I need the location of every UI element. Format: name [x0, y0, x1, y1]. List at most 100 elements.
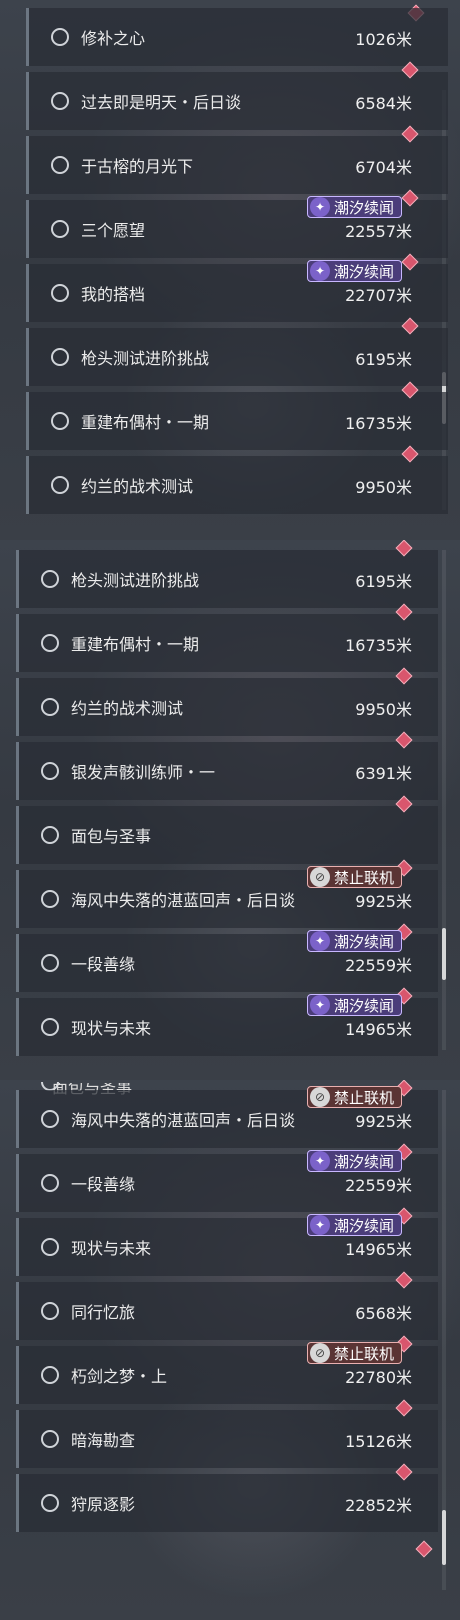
radio-icon[interactable]: [51, 412, 69, 430]
radio-icon[interactable]: [41, 1110, 59, 1128]
quest-distance: 1026米: [355, 30, 412, 49]
quest-row[interactable]: 同行忆旅 6568米: [16, 1271, 438, 1340]
radio-icon[interactable]: [41, 954, 59, 972]
quest-title: 银发声骸训练师・一: [71, 763, 216, 782]
quest-row[interactable]: 面包与圣事: [16, 795, 438, 864]
no-multiplayer-badge: ⊘ 禁止联机: [306, 1086, 402, 1108]
quest-distance: 9950米: [355, 700, 412, 719]
quest-title: 现状与未来: [71, 1239, 152, 1258]
radio-icon[interactable]: [51, 92, 69, 110]
quest-row[interactable]: 约兰的战术测试 9950米: [26, 445, 448, 514]
quest-row[interactable]: ✦ 潮汐续闻 一段善缘 22559米: [16, 923, 438, 992]
sparkle-icon: ✦: [309, 261, 330, 281]
quest-title: 约兰的战术测试: [81, 477, 194, 496]
quest-row[interactable]: 暗海勘查 15126米: [16, 1399, 438, 1468]
radio-icon[interactable]: [41, 762, 59, 780]
no-multiplayer-badge: ⊘ 禁止联机: [306, 866, 402, 888]
radio-icon[interactable]: [41, 570, 59, 588]
tide-sequel-badge: ✦ 潮汐续闻: [306, 1214, 402, 1236]
quest-distance: 9950米: [355, 478, 412, 497]
radio-icon[interactable]: [51, 284, 69, 302]
quest-title: 狩原逐影: [71, 1495, 136, 1514]
quest-distance: 22780米: [345, 1368, 412, 1387]
quest-row[interactable]: 于古榕的月光下 6704米: [26, 125, 448, 194]
quest-distance: 22707米: [345, 286, 412, 305]
waypoint-gem-icon: [395, 540, 413, 557]
quest-row[interactable]: ✦ 潮汐续闻 我的搭档 22707米: [26, 253, 448, 322]
quest-distance: 9925米: [355, 1112, 412, 1131]
quest-row[interactable]: ⊘ 禁止联机 海风中失落的湛蓝回声・后日谈 9925米: [16, 859, 438, 928]
quest-title: 我的搭档: [81, 285, 146, 304]
quest-row[interactable]: 重建布偶村・一期 16735米: [16, 603, 438, 672]
radio-icon[interactable]: [41, 1494, 59, 1512]
quest-row[interactable]: ✦ 潮汐续闻 一段善缘 22559米: [16, 1143, 438, 1212]
quest-row[interactable]: 枪头测试进阶挑战 6195米: [26, 317, 448, 386]
quest-row[interactable]: 狩原逐影 22852米: [16, 1463, 438, 1532]
radio-icon[interactable]: [41, 1174, 59, 1192]
quest-row[interactable]: ✦ 潮汐续闻 三个愿望 22557米: [26, 189, 448, 258]
quest-distance: 16735米: [345, 414, 412, 433]
radio-icon[interactable]: [41, 826, 59, 844]
quest-row[interactable]: 枪头测试进阶挑战 6195米: [16, 540, 438, 608]
quest-title: 过去即是明天・后日谈: [81, 93, 242, 112]
sparkle-icon: ✦: [309, 995, 330, 1015]
quest-distance: 15126米: [345, 1432, 412, 1451]
quest-row[interactable]: ⊘ 禁止联机 海风中失落的湛蓝回声・后日谈 9925米: [16, 1080, 438, 1148]
quest-distance: 22852米: [345, 1496, 412, 1515]
quest-row[interactable]: 银发声骸训练师・一 6391米: [16, 731, 438, 800]
radio-icon[interactable]: [51, 28, 69, 46]
quest-distance: 6584米: [355, 94, 412, 113]
quest-title: 海风中失落的湛蓝回声・后日谈: [71, 1111, 296, 1130]
quest-title: 暗海勘查: [71, 1431, 136, 1450]
quest-distance: 22559米: [345, 956, 412, 975]
radio-icon[interactable]: [41, 698, 59, 716]
radio-icon[interactable]: [51, 476, 69, 494]
radio-icon[interactable]: [41, 1238, 59, 1256]
tide-sequel-badge: ✦ 潮汐续闻: [306, 1150, 402, 1172]
quest-row[interactable]: 重建布偶村・一期 16735米: [26, 381, 448, 450]
quest-row[interactable]: ✦ 潮汐续闻 现状与未来 14965米: [16, 1207, 438, 1276]
tide-sequel-badge: ✦ 潮汐续闻: [306, 930, 402, 952]
quest-title: 现状与未来: [71, 1019, 152, 1038]
quest-row[interactable]: 修补之心 1026米: [26, 8, 448, 66]
sparkle-icon: ✦: [309, 1215, 330, 1235]
quest-row[interactable]: 约兰的战术测试 9950米: [16, 667, 438, 736]
sparkle-icon: ✦: [309, 931, 330, 951]
radio-icon[interactable]: [41, 890, 59, 908]
quest-list-panel-1: 修补之心 1026米 过去即是明天・后日谈 6584米 于古榕的月光下 6704…: [0, 0, 460, 540]
quest-title: 约兰的战术测试: [71, 699, 184, 718]
no-multiplayer-badge: ⊘ 禁止联机: [306, 1342, 402, 1364]
scrollbar-thumb[interactable]: [442, 928, 446, 980]
quest-title: 重建布偶村・一期: [81, 413, 210, 432]
quest-distance: 6704米: [355, 158, 412, 177]
quest-title: 同行忆旅: [71, 1303, 136, 1322]
quest-list-panel-2: 枪头测试进阶挑战 6195米 重建布偶村・一期 16735米 约兰的战术测试 9…: [0, 540, 460, 1080]
no-multiplayer-icon: ⊘: [309, 867, 330, 887]
quest-title: 枪头测试进阶挑战: [81, 349, 210, 368]
quest-row[interactable]: 过去即是明天・后日谈 6584米: [26, 61, 448, 130]
quest-title: 重建布偶村・一期: [71, 635, 200, 654]
no-multiplayer-icon: ⊘: [309, 1087, 330, 1107]
quest-title: 一段善缘: [71, 955, 136, 974]
radio-icon[interactable]: [41, 1430, 59, 1448]
quest-title: 修补之心: [81, 29, 146, 48]
quest-row[interactable]: ⊘ 禁止联机 朽剑之梦・上 22780米: [16, 1335, 438, 1404]
quest-title: 一段善缘: [71, 1175, 136, 1194]
quest-distance: 14965米: [345, 1020, 412, 1039]
radio-icon[interactable]: [51, 156, 69, 174]
quest-row[interactable]: ✦ 潮汐续闻 现状与未来 14965米: [16, 987, 438, 1056]
quest-title: 三个愿望: [81, 221, 146, 240]
radio-icon[interactable]: [41, 1302, 59, 1320]
quest-title: 于古榕的月光下: [81, 157, 194, 176]
radio-icon[interactable]: [51, 220, 69, 238]
radio-icon[interactable]: [41, 1018, 59, 1036]
quest-distance: 16735米: [345, 636, 412, 655]
tide-sequel-badge: ✦ 潮汐续闻: [306, 196, 402, 218]
quest-distance: 9925米: [355, 892, 412, 911]
radio-icon[interactable]: [41, 1366, 59, 1384]
radio-icon[interactable]: [41, 634, 59, 652]
radio-icon[interactable]: [51, 348, 69, 366]
scrollbar-thumb[interactable]: [442, 1510, 446, 1565]
quest-distance: 6195米: [355, 350, 412, 369]
quest-distance: 22559米: [345, 1176, 412, 1195]
